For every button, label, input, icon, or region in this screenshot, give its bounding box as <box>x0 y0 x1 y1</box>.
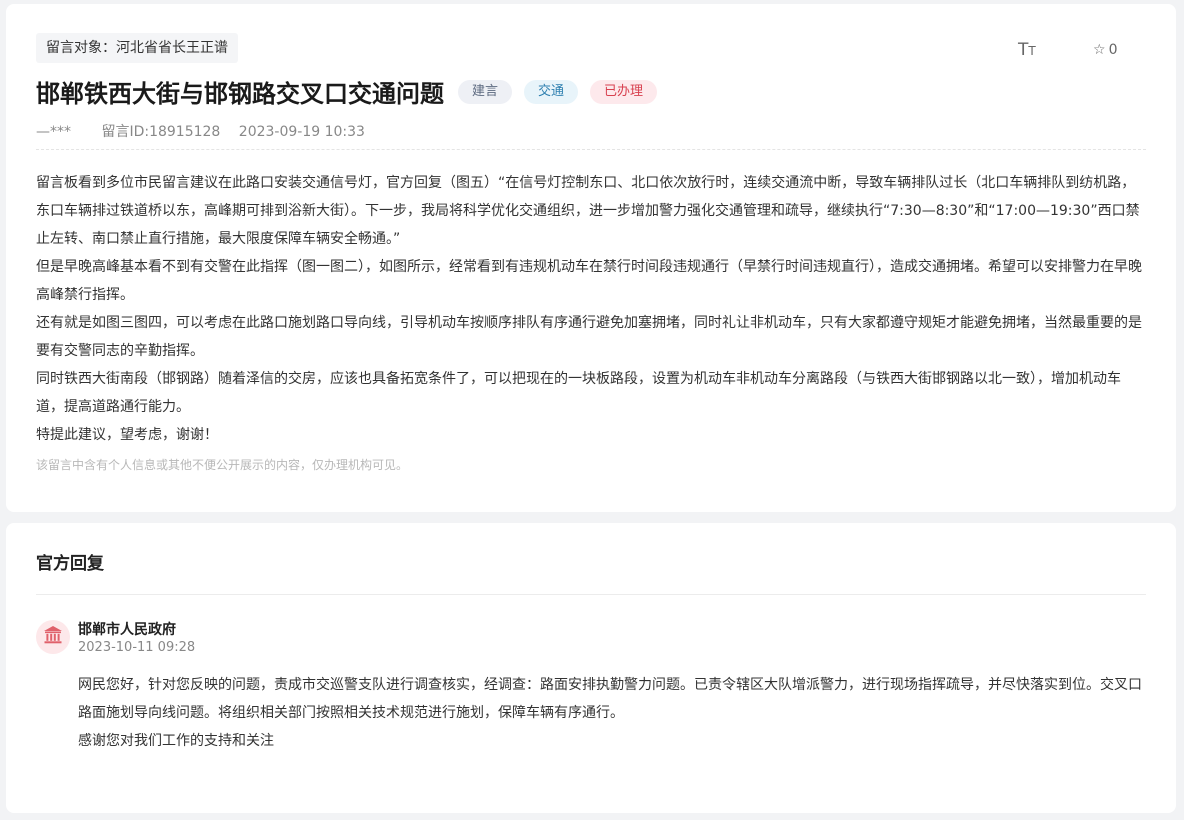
government-building-icon <box>43 625 63 649</box>
reply-content: 网民您好，针对您反映的问题，责成市交巡警支队进行调查核实，经调查：路面安排执勤警… <box>78 671 1146 755</box>
message-content: 留言板看到多位市民留言建议在此路口安装交通信号灯，官方回复（图五）“在信号灯控制… <box>36 169 1146 449</box>
message-paragraph: 还有就是如图三图四，可以考虑在此路口施划路口导向线，引导机动车按顺序排队有序通行… <box>36 315 1142 359</box>
message-paragraph: 但是早晚高峰基本看不到有交警在此指挥（图一图二），如图所示，经常看到有违规机动车… <box>36 259 1142 303</box>
message-time: 2023-09-19 10:33 <box>238 124 365 140</box>
message-card: 留言对象：河北省省长王正谱 TT ☆ 0 邯郸铁西大街与邯钢路交叉口交通问题 建言… <box>6 4 1176 512</box>
official-reply-card: 官方回复 邯郸市人民政府 2023-10-11 09:28 网民您好，针对您反映… <box>6 523 1176 813</box>
message-target-label: 留言对象：河北省省长王正谱 <box>36 33 238 63</box>
message-id: 留言ID:18915128 <box>101 124 221 140</box>
reply-paragraph: 网民您好，针对您反映的问题，责成市交巡警支队进行调查核实，经调查：路面安排执勤警… <box>78 677 1142 721</box>
tag-type-badge: 建言 <box>458 79 513 104</box>
star-outline-icon: ☆ <box>1093 42 1106 58</box>
author-name: —*** <box>36 124 71 140</box>
message-paragraph: 留言板看到多位市民留言建议在此路口安装交通信号灯，官方回复（图五）“在信号灯控制… <box>36 175 1140 247</box>
message-paragraph: 同时铁西大街南段（邯钢路）随着泽信的交房，应该也具备拓宽条件了，可以把现在的一块… <box>36 371 1121 415</box>
font-size-icon: TT <box>1018 40 1036 60</box>
reply-org-name: 邯郸市人民政府 <box>78 622 176 638</box>
message-meta: —*** 留言ID:18915128 2023-09-19 10:33 <box>36 121 391 141</box>
font-size-toggle-button[interactable]: TT <box>1018 40 1036 60</box>
message-paragraph: 特提此建议，望考虑，谢谢！ <box>36 427 218 443</box>
reply-heading: 官方回复 <box>36 554 104 574</box>
reply-time: 2023-10-11 09:28 <box>78 640 196 655</box>
message-title: 邯郸铁西大街与邯钢路交叉口交通问题 <box>36 80 444 108</box>
tag-category-badge: 交通 <box>524 79 579 104</box>
favorite-button[interactable]: ☆ 0 <box>1093 42 1117 58</box>
reply-paragraph: 感谢您对我们工作的支持和关注 <box>78 733 274 749</box>
divider <box>36 149 1146 150</box>
status-badge: 已办理 <box>590 79 658 104</box>
divider <box>36 594 1146 595</box>
favorite-count: 0 <box>1108 42 1118 58</box>
avatar <box>36 620 70 654</box>
privacy-note: 该留言中含有个人信息或其他不便公开展示的内容，仅办理机构可见。 <box>36 458 409 472</box>
title-row: 邯郸铁西大街与邯钢路交叉口交通问题 建言 交通 已办理 <box>36 74 669 109</box>
